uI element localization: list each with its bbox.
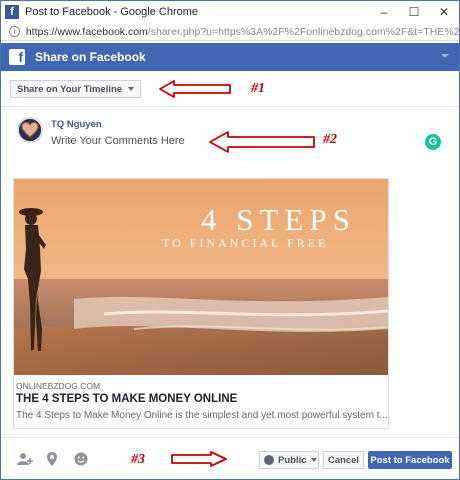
image-overlay-subtitle: TO FINANCIAL FREE [162, 236, 329, 250]
facebook-header: f Share on Facebook [1, 43, 459, 71]
dropdown-arrow-icon [128, 87, 135, 91]
avatar[interactable] [17, 117, 43, 143]
location-icon[interactable] [47, 452, 57, 466]
globe-icon [264, 455, 274, 465]
facebook-logo-icon: f [9, 49, 25, 65]
link-title[interactable]: THE 4 STEPS TO MAKE MONEY ONLINE [16, 393, 237, 405]
annotation-label-3: #3 [131, 452, 145, 467]
cancel-button[interactable]: Cancel [323, 451, 364, 469]
link-preview-image[interactable]: 4 STEPS TO FINANCIAL FREE [14, 179, 388, 375]
window-title: Post to Facebook - Google Chrome [25, 6, 199, 18]
feeling-icon[interactable] [74, 452, 88, 466]
post-to-facebook-button[interactable]: Post to Facebook [368, 451, 452, 469]
secure-lock-icon[interactable]: i [9, 26, 20, 37]
annotation-label-1: #1 [251, 81, 265, 96]
annotation-arrow-3 [171, 451, 227, 467]
tag-people-icon[interactable] [17, 452, 33, 466]
annotation-arrow-1 [159, 80, 231, 98]
link-description: The 4 Steps to Make Money Online is the … [16, 410, 388, 421]
window-controls: – ☐ ✕ [369, 1, 459, 23]
privacy-label: Public [278, 454, 307, 466]
avatar-heart-icon [19, 119, 41, 141]
url-path: /sharer.php?u=https%3A%2F%2Fonlinebzdog.… [147, 25, 459, 38]
url-domain: https://www.facebook.com [25, 25, 148, 38]
link-preview-card[interactable]: 4 STEPS TO FINANCIAL FREE ONLINEBZDOG.CO… [13, 178, 389, 429]
annotation-label-2: #2 [323, 132, 337, 147]
minimize-button[interactable]: – [369, 1, 399, 23]
title-bar: f Post to Facebook - Google Chrome – ☐ ✕ [1, 1, 459, 23]
header-caret-icon[interactable] [441, 54, 449, 58]
close-button[interactable]: ✕ [429, 1, 459, 23]
image-overlay-title: 4 STEPS [201, 202, 356, 237]
comment-input[interactable]: Write Your Comments Here [51, 135, 185, 147]
user-name[interactable]: TQ Nguyen [51, 119, 102, 130]
dialog-title: Share on Facebook [35, 50, 146, 64]
dropdown-arrow-icon [310, 458, 317, 462]
share-target-label: Share on Your Timeline [17, 83, 123, 95]
browser-window: f Post to Facebook - Google Chrome – ☐ ✕… [0, 0, 460, 480]
link-domain: ONLINEBZDOG.COM [16, 381, 101, 391]
annotation-arrow-2 [209, 131, 315, 153]
facebook-favicon-icon: f [5, 5, 19, 19]
maximize-button[interactable]: ☐ [399, 1, 429, 23]
share-target-dropdown[interactable]: Share on Your Timeline [10, 80, 142, 98]
footer-divider [1, 437, 459, 438]
url-text[interactable]: https://www.facebook.com/sharer.php?u=ht… [26, 26, 459, 38]
privacy-selector-button[interactable]: Public [259, 451, 319, 469]
address-bar[interactable]: i https://www.facebook.com/sharer.php?u=… [1, 23, 459, 41]
grammarly-icon[interactable]: G [425, 134, 441, 150]
section-divider [1, 106, 459, 107]
